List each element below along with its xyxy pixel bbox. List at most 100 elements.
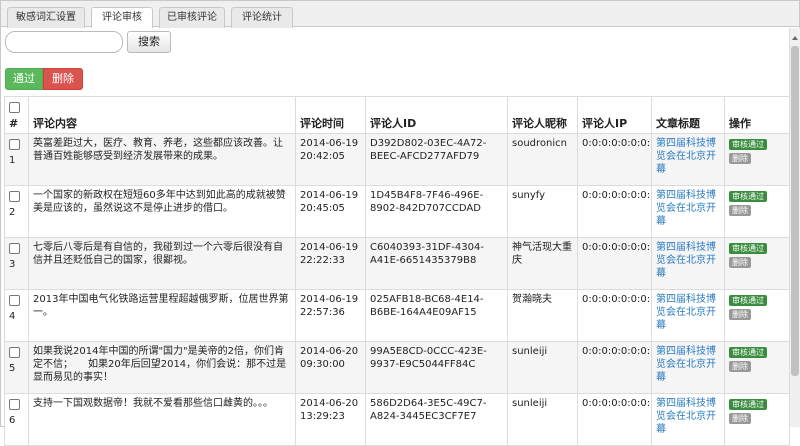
- approve-badge-button[interactable]: 审核通过: [729, 191, 767, 202]
- comment-date: 2014-06-20: [300, 398, 359, 409]
- delete-badge-button[interactable]: 删除: [729, 153, 751, 164]
- comment-time: 2014-06-19 20:42:05: [295, 133, 366, 186]
- row-number: 6: [9, 415, 16, 426]
- approve-badge-button[interactable]: 审核通过: [729, 347, 767, 358]
- column-header: 评论人IP: [577, 96, 652, 134]
- scroll-up-arrow-icon[interactable]: [792, 36, 798, 40]
- comment-date: 2014-06-19: [300, 294, 359, 305]
- row-actions: 审核通过 删除: [724, 133, 790, 186]
- scroll-thumb[interactable]: [791, 46, 799, 376]
- row-actions: 审核通过 删除: [724, 289, 790, 342]
- column-header: 文章标题: [651, 96, 725, 134]
- article-title-link[interactable]: 第四届科技博览会在北京开幕: [656, 242, 716, 279]
- approve-badge-button[interactable]: 审核通过: [729, 139, 767, 150]
- table-row: 2 一个国家的新政权在短短60多年中达到如此高的成就被赞美是应该的，虽然说这不是停…: [4, 185, 790, 238]
- window-frame: 敏感词汇设置 评论审核 已审核评论 评论统计 搜索 通过 删除 # 评论内容 评…: [0, 0, 800, 446]
- comment-clock: 20:45:05: [300, 203, 345, 214]
- table-row: 6 支持一下国观数据帝！我就不爱看那些信口雌黄的。。。 2014-06-20 13:2…: [4, 393, 790, 446]
- row-checkbox[interactable]: [9, 139, 20, 150]
- commenter-id: 1D45B4F8-7F46-496E-8902-842D707CCDAD: [365, 185, 508, 238]
- article-title-link[interactable]: 第四届科技博览会在北京开幕: [656, 346, 716, 383]
- comment-time: 2014-06-20 09:30:00: [295, 341, 366, 394]
- search-button[interactable]: 搜索: [127, 31, 171, 53]
- row-number: 3: [9, 259, 16, 270]
- article-title-link[interactable]: 第四届科技博览会在北京开幕: [656, 138, 716, 175]
- row-checkbox[interactable]: [9, 295, 20, 306]
- commenter-nickname: 神气活现大重庆: [507, 237, 578, 290]
- row-checkbox[interactable]: [9, 191, 20, 202]
- comment-clock: 20:42:05: [300, 151, 345, 162]
- row-actions: 审核通过 删除: [724, 237, 790, 290]
- row-actions: 审核通过 删除: [724, 341, 790, 394]
- commenter-ip: 0:0:0:0:0:0:0:1: [577, 133, 652, 186]
- row-select-cell: 2: [4, 185, 29, 238]
- search-input[interactable]: [5, 31, 123, 53]
- header-select: #: [4, 96, 29, 134]
- article-title-link[interactable]: 第四届科技博览会在北京开幕: [656, 190, 716, 227]
- table-row: 5 如果我说2014年中国的所谓"国力"是美帝的2倍，你们肯定不信； 如果20年后…: [4, 341, 790, 394]
- approve-badge-button[interactable]: 审核通过: [729, 243, 767, 254]
- comment-content: 七零后八零后是有自信的，我碰到过一个六零后很没有自信并且还贬低自己的国家，很鄙视…: [28, 237, 296, 290]
- comment-clock: 13:29:23: [300, 411, 345, 422]
- row-checkbox[interactable]: [9, 399, 20, 410]
- select-all-checkbox[interactable]: [9, 102, 20, 113]
- article-title-cell: 第四届科技博览会在北京开幕: [651, 185, 725, 238]
- row-select-cell: 3: [4, 237, 29, 290]
- vertical-scrollbar[interactable]: [789, 28, 800, 427]
- comment-content: 支持一下国观数据帝！我就不爱看那些信口雌黄的。。。: [28, 393, 296, 446]
- row-actions: 审核通过 删除: [724, 185, 790, 238]
- comment-date: 2014-06-19: [300, 190, 359, 201]
- row-number: 2: [9, 207, 16, 218]
- commenter-ip: 0:0:0:0:0:0:0:1: [577, 237, 652, 290]
- commenter-nickname: sunleiji: [507, 341, 578, 394]
- commenter-ip: 0:0:0:0:0:0:0:1: [577, 289, 652, 342]
- commenter-nickname: sunyfy: [507, 185, 578, 238]
- delete-badge-button[interactable]: 删除: [729, 309, 751, 320]
- comment-content: 如果我说2014年中国的所谓"国力"是美帝的2倍，你们肯定不信； 如果20年后回…: [28, 341, 296, 394]
- column-header: 评论时间: [295, 96, 366, 134]
- commenter-id: 586D2D64-3E5C-49C7-A824-3445EC3CF7E7: [365, 393, 508, 446]
- row-select-cell: 5: [4, 341, 29, 394]
- column-header: 评论内容: [28, 96, 296, 134]
- comment-time: 2014-06-19 20:45:05: [295, 185, 366, 238]
- tab-sensitive-words[interactable]: 敏感词汇设置: [7, 7, 85, 28]
- table-header-row: # 评论内容 评论时间 评论人ID 评论人昵称 评论人IP 文章标题 操作: [4, 96, 790, 134]
- table-row: 3 七零后八零后是有自信的，我碰到过一个六零后很没有自信并且还贬低自己的国家，很鄙…: [4, 237, 790, 290]
- comment-clock: 22:22:33: [300, 255, 345, 266]
- commenter-ip: 0:0:0:0:0:0:0:1: [577, 341, 652, 394]
- comment-date: 2014-06-20: [300, 346, 359, 357]
- article-title-cell: 第四届科技博览会在北京开幕: [651, 289, 725, 342]
- article-title-cell: 第四届科技博览会在北京开幕: [651, 133, 725, 186]
- comment-date: 2014-06-19: [300, 138, 359, 149]
- tab-reviewed-comments[interactable]: 已审核评论: [159, 7, 225, 28]
- column-header: 操作: [724, 96, 790, 134]
- delete-badge-button[interactable]: 删除: [729, 205, 751, 216]
- column-header: #: [9, 117, 19, 130]
- tab-comment-stats[interactable]: 评论统计: [231, 7, 293, 28]
- comment-time: 2014-06-19 22:57:36: [295, 289, 366, 342]
- delete-badge-button[interactable]: 删除: [729, 361, 751, 372]
- row-checkbox[interactable]: [9, 243, 20, 254]
- row-number: 5: [9, 363, 16, 374]
- delete-button[interactable]: 删除: [43, 68, 83, 90]
- column-header: 评论人昵称: [507, 96, 578, 134]
- tab-comment-review[interactable]: 评论审核: [91, 7, 153, 28]
- article-title-link[interactable]: 第四届科技博览会在北京开幕: [656, 398, 716, 435]
- delete-badge-button[interactable]: 删除: [729, 257, 751, 268]
- article-title-link[interactable]: 第四届科技博览会在北京开幕: [656, 294, 716, 331]
- column-header: 评论人ID: [365, 96, 508, 134]
- comment-date: 2014-06-19: [300, 242, 359, 253]
- row-checkbox[interactable]: [9, 347, 20, 358]
- commenter-id: D392D802-03EC-4A72-BEEC-AFCD277AFD79: [365, 133, 508, 186]
- tab-bar: 敏感词汇设置 评论审核 已审核评论 评论统计: [1, 1, 799, 28]
- comment-content: 英富差距过大，医疗、教育、养老，这些都应该改善。让普通百姓能够感受到经济发展带来…: [28, 133, 296, 186]
- commenter-id: 99A5E8CD-0CCC-423E-9937-E9C5044FF84C: [365, 341, 508, 394]
- row-select-cell: 4: [4, 289, 29, 342]
- approve-badge-button[interactable]: 审核通过: [729, 295, 767, 306]
- article-title-cell: 第四届科技博览会在北京开幕: [651, 341, 725, 394]
- comment-time: 2014-06-20 13:29:23: [295, 393, 366, 446]
- approve-button[interactable]: 通过: [5, 68, 43, 90]
- approve-badge-button[interactable]: 审核通过: [729, 399, 767, 410]
- commenter-ip: 0:0:0:0:0:0:0:1: [577, 393, 652, 446]
- delete-badge-button[interactable]: 删除: [729, 413, 751, 424]
